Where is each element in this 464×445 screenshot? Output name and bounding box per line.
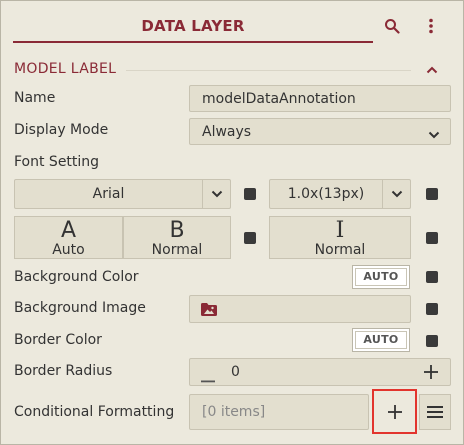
background-image-label: Background Image bbox=[14, 300, 146, 316]
more-vertical-icon[interactable] bbox=[420, 15, 442, 37]
font-family-select[interactable]: Arial bbox=[14, 179, 231, 209]
panel-title: DATA LAYER bbox=[13, 11, 373, 43]
text-decoration-button[interactable]: I Normal bbox=[269, 216, 411, 259]
chevron-up-icon[interactable] bbox=[423, 61, 441, 79]
font-family-toggle[interactable] bbox=[244, 188, 256, 200]
text-cursor-icon: I bbox=[335, 218, 345, 243]
font-family-value: Arial bbox=[92, 186, 125, 202]
name-input[interactable]: modelDataAnnotation bbox=[189, 85, 451, 112]
conditional-formatting-field[interactable]: [0 items] bbox=[189, 394, 369, 430]
border-color-auto-button[interactable]: AUTO bbox=[352, 328, 410, 352]
font-style-glyph: B bbox=[169, 218, 185, 243]
display-mode-label: Display Mode bbox=[14, 122, 109, 138]
conditional-formatting-label: Conditional Formatting bbox=[14, 404, 175, 420]
minus-icon[interactable] bbox=[201, 371, 215, 387]
name-value: modelDataAnnotation bbox=[202, 90, 356, 107]
text-decoration-label: Normal bbox=[314, 242, 366, 258]
font-weight-label: Auto bbox=[52, 242, 85, 258]
border-radius-stepper[interactable]: 0 bbox=[189, 358, 451, 386]
text-decoration-toggle[interactable] bbox=[426, 232, 438, 244]
font-style-label: Normal bbox=[151, 242, 203, 258]
plus-icon[interactable] bbox=[424, 365, 438, 383]
chevron-down-icon bbox=[428, 127, 440, 143]
display-mode-select[interactable]: Always bbox=[189, 118, 451, 145]
background-image-input[interactable] bbox=[189, 295, 411, 323]
font-size-select[interactable]: 1.0x(13px) bbox=[269, 179, 411, 209]
background-color-auto-button[interactable]: AUTO bbox=[352, 265, 410, 289]
font-weight-glyph: A bbox=[60, 218, 77, 243]
menu-icon bbox=[427, 406, 443, 418]
name-label: Name bbox=[14, 90, 56, 106]
font-setting-label: Font Setting bbox=[14, 154, 100, 170]
section-divider bbox=[126, 70, 411, 71]
font-weight-button[interactable]: A Auto bbox=[14, 216, 123, 259]
font-style-toggle[interactable] bbox=[244, 232, 256, 244]
chevron-down-icon bbox=[202, 180, 230, 208]
highlight-box bbox=[372, 389, 417, 434]
border-color-toggle[interactable] bbox=[426, 335, 438, 347]
conditional-formatting-value: [0 items] bbox=[202, 404, 266, 420]
search-icon[interactable] bbox=[381, 15, 403, 37]
background-image-toggle[interactable] bbox=[426, 303, 438, 315]
font-style-button[interactable]: B Normal bbox=[123, 216, 231, 259]
font-size-toggle[interactable] bbox=[426, 188, 438, 200]
background-color-toggle[interactable] bbox=[426, 271, 438, 283]
image-folder-icon[interactable] bbox=[201, 303, 217, 320]
border-radius-label: Border Radius bbox=[14, 363, 113, 379]
section-title: MODEL LABEL bbox=[14, 61, 117, 77]
display-mode-value: Always bbox=[202, 123, 252, 140]
rules-menu-button[interactable] bbox=[419, 394, 451, 430]
border-radius-value: 0 bbox=[231, 364, 240, 380]
border-color-label: Border Color bbox=[14, 332, 102, 348]
chevron-down-icon bbox=[382, 180, 410, 208]
background-color-label: Background Color bbox=[14, 269, 139, 285]
font-size-value: 1.0x(13px) bbox=[287, 186, 365, 202]
data-layer-panel: DATA LAYER MODEL LABEL Name modelDataAnn… bbox=[0, 0, 464, 445]
